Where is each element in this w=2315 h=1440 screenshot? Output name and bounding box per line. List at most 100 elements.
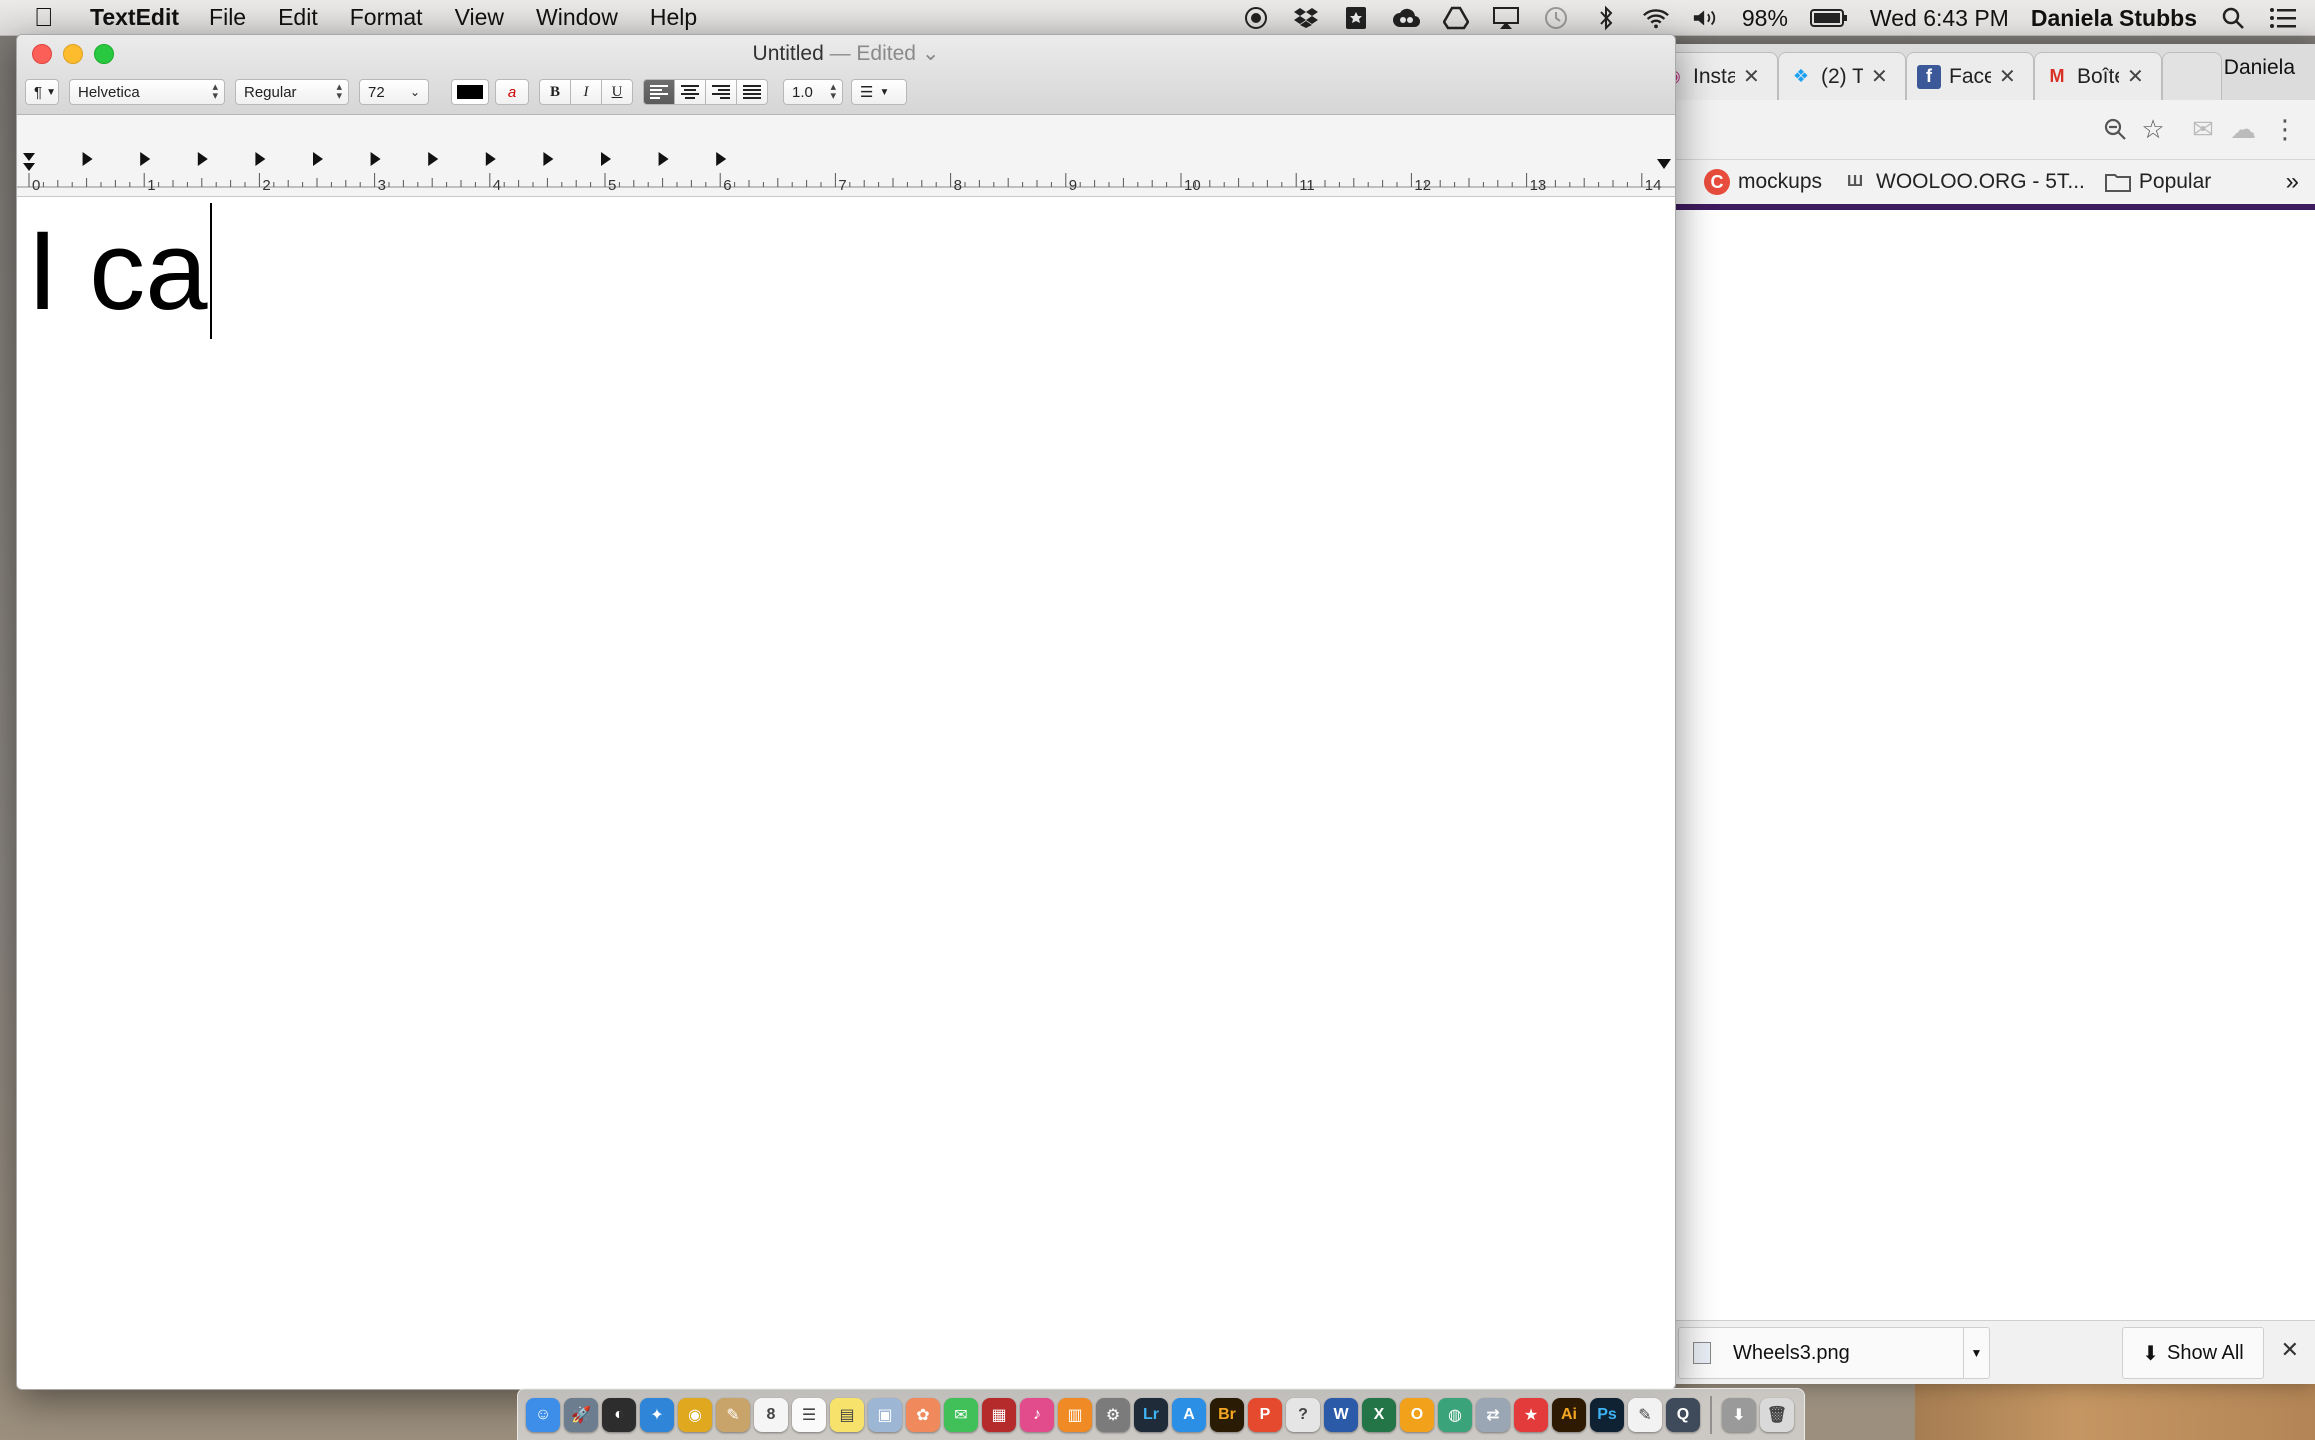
align-center-button[interactable] — [674, 79, 706, 105]
calendar-icon[interactable]: 8 — [754, 1397, 788, 1432]
tab-stop-marker[interactable] — [197, 152, 208, 166]
creative-cloud-icon[interactable] — [1392, 4, 1420, 32]
menu-edit[interactable]: Edit — [278, 4, 318, 31]
app-red-square-icon[interactable]: ★ — [1514, 1397, 1548, 1432]
list-bullets-popup[interactable]: ☰ ▼ — [851, 79, 907, 105]
tab-stop-marker[interactable] — [428, 152, 439, 166]
bookmark-star-icon[interactable]: ☆ — [2138, 114, 2168, 144]
line-spacing-popup[interactable]: 1.0 ▴ ▾ — [783, 79, 843, 105]
font-family-popup[interactable]: Helvetica ▴ ▾ — [69, 79, 225, 105]
extension-icon[interactable]: ✉ — [2188, 114, 2218, 144]
system-preferences-icon[interactable]: ⚙ — [1096, 1397, 1130, 1432]
record-icon[interactable] — [1242, 4, 1270, 32]
chrome-menu-icon[interactable]: ⋮ — [2270, 114, 2300, 144]
left-indent-marker[interactable] — [23, 153, 35, 171]
tab-stop-marker[interactable] — [370, 152, 381, 166]
lightroom-icon[interactable]: Lr — [1134, 1397, 1168, 1432]
wifi-icon[interactable] — [1642, 4, 1670, 32]
app-store-icon[interactable]: A — [1172, 1397, 1206, 1432]
preview-icon[interactable]: ▣ — [868, 1397, 902, 1432]
tab-close-icon[interactable]: ✕ — [1743, 64, 1760, 89]
notification-center-icon[interactable] — [2269, 4, 2297, 32]
menu-window[interactable]: Window — [536, 4, 618, 31]
menu-format[interactable]: Format — [350, 4, 423, 31]
tab-twitter[interactable]: ❖ (2) T ✕ — [1778, 52, 1906, 100]
user-name[interactable]: Daniela Stubbs — [2031, 5, 2197, 32]
download-menu-chevron-icon[interactable]: ▼ — [1963, 1328, 1989, 1378]
trash-icon[interactable]: 🗑 — [1760, 1397, 1794, 1432]
menu-view[interactable]: View — [455, 4, 504, 31]
dropbox-icon[interactable] — [1292, 4, 1320, 32]
migration-icon[interactable]: ⇄ — [1476, 1397, 1510, 1432]
right-margin-marker[interactable] — [1657, 159, 1671, 169]
chrome-icon[interactable]: ◉ — [678, 1397, 712, 1432]
excel-icon[interactable]: X — [1362, 1397, 1396, 1432]
tab-close-icon[interactable]: ✕ — [1999, 64, 2016, 89]
bridge-icon[interactable]: Br — [1210, 1397, 1244, 1432]
tab-stop-marker[interactable] — [140, 152, 151, 166]
title-chevron-icon[interactable]: ⌄ — [922, 42, 940, 65]
tab-stop-marker[interactable] — [485, 152, 496, 166]
ibooks-icon[interactable]: ▥ — [1058, 1397, 1092, 1432]
tab-stop-marker[interactable] — [658, 152, 669, 166]
menu-file[interactable]: File — [209, 4, 246, 31]
app-red-icon[interactable]: P — [1248, 1397, 1282, 1432]
chrome-profile[interactable]: Daniela — [2224, 56, 2295, 80]
launchpad-icon[interactable]: 🚀 — [564, 1397, 598, 1432]
bookmark-mockups[interactable]: C mockups — [1704, 169, 1822, 195]
safari-icon[interactable]: ✦ — [640, 1397, 674, 1432]
bookmark-popular[interactable]: Popular — [2104, 169, 2211, 195]
menu-help[interactable]: Help — [650, 4, 697, 31]
show-all-downloads-button[interactable]: ⬇ Show All — [2122, 1327, 2264, 1379]
illustrator-icon[interactable]: Ai — [1552, 1397, 1586, 1432]
airplay-icon[interactable] — [1492, 4, 1520, 32]
extension-cloud-icon[interactable]: ☁ — [2228, 114, 2258, 144]
tab-stop-marker[interactable] — [255, 152, 266, 166]
photo-booth-icon[interactable]: ▦ — [982, 1397, 1016, 1432]
tab-stop-marker[interactable] — [313, 152, 323, 166]
notes-icon[interactable]: ✎ — [716, 1397, 750, 1432]
time-machine-icon[interactable] — [1542, 4, 1570, 32]
tab-stop-marker[interactable] — [601, 152, 611, 166]
photoshop-icon[interactable]: Ps — [1590, 1397, 1624, 1432]
justify-button[interactable] — [736, 79, 768, 105]
tab-close-icon[interactable]: ✕ — [2127, 64, 2144, 89]
align-right-button[interactable] — [705, 79, 737, 105]
ruler[interactable]: 0 1 2 3 4 5 6 7 8 9 10 11 12 13 14 — [17, 115, 1675, 197]
bookmark-app-icon[interactable] — [1342, 4, 1370, 32]
volume-icon[interactable] — [1692, 4, 1720, 32]
downloads-icon[interactable]: ⬇ — [1722, 1397, 1756, 1432]
bookmark-wooloo[interactable]: Ш WOOLOO.ORG - 5T... — [1842, 169, 2085, 195]
tab-close-icon[interactable]: ✕ — [1871, 64, 1888, 89]
document-area[interactable]: I ca — [17, 197, 1675, 1389]
help-icon[interactable]: ? — [1286, 1397, 1320, 1432]
app-menu-textedit[interactable]: TextEdit — [90, 4, 179, 31]
quicktime-icon[interactable]: Q — [1666, 1397, 1700, 1432]
textedit-icon[interactable]: ✎ — [1628, 1397, 1662, 1432]
apple-menu-icon[interactable]:  — [34, 2, 84, 33]
tab-stop-marker[interactable] — [543, 152, 554, 166]
new-tab-button[interactable] — [2162, 52, 2222, 100]
font-style-popup[interactable]: Regular ▴ ▾ — [235, 79, 349, 105]
network-icon[interactable]: ◍ — [1438, 1397, 1472, 1432]
more-bookmarks-icon[interactable]: » — [2286, 168, 2299, 196]
zoom-icon[interactable] — [2100, 114, 2130, 144]
tab-stop-marker[interactable] — [82, 152, 93, 166]
finder-icon[interactable]: ☺ — [526, 1397, 560, 1432]
bold-button[interactable]: B — [539, 79, 571, 105]
tab-stop-marker[interactable] — [716, 152, 727, 166]
word-icon[interactable]: W — [1324, 1397, 1358, 1432]
paragraph-styles-popup[interactable]: ¶ ▼ — [25, 79, 59, 105]
battery-icon[interactable] — [1809, 4, 1848, 32]
align-left-button[interactable] — [643, 79, 675, 105]
underline-button[interactable]: U — [601, 79, 633, 105]
tab-facebook[interactable]: f Face ✕ — [1906, 52, 2034, 100]
highlight-color-well[interactable]: a — [495, 79, 529, 105]
reminders-icon[interactable]: ☰ — [792, 1397, 826, 1432]
stickies-icon[interactable]: ▤ — [830, 1397, 864, 1432]
document-text[interactable]: I ca — [27, 203, 212, 339]
dashboard-icon[interactable]: ◐ — [602, 1397, 636, 1432]
bluetooth-icon[interactable] — [1592, 4, 1620, 32]
font-size-combo[interactable]: 72 ⌄ — [359, 79, 429, 105]
clock[interactable]: Wed 6:43 PM — [1870, 5, 2009, 32]
